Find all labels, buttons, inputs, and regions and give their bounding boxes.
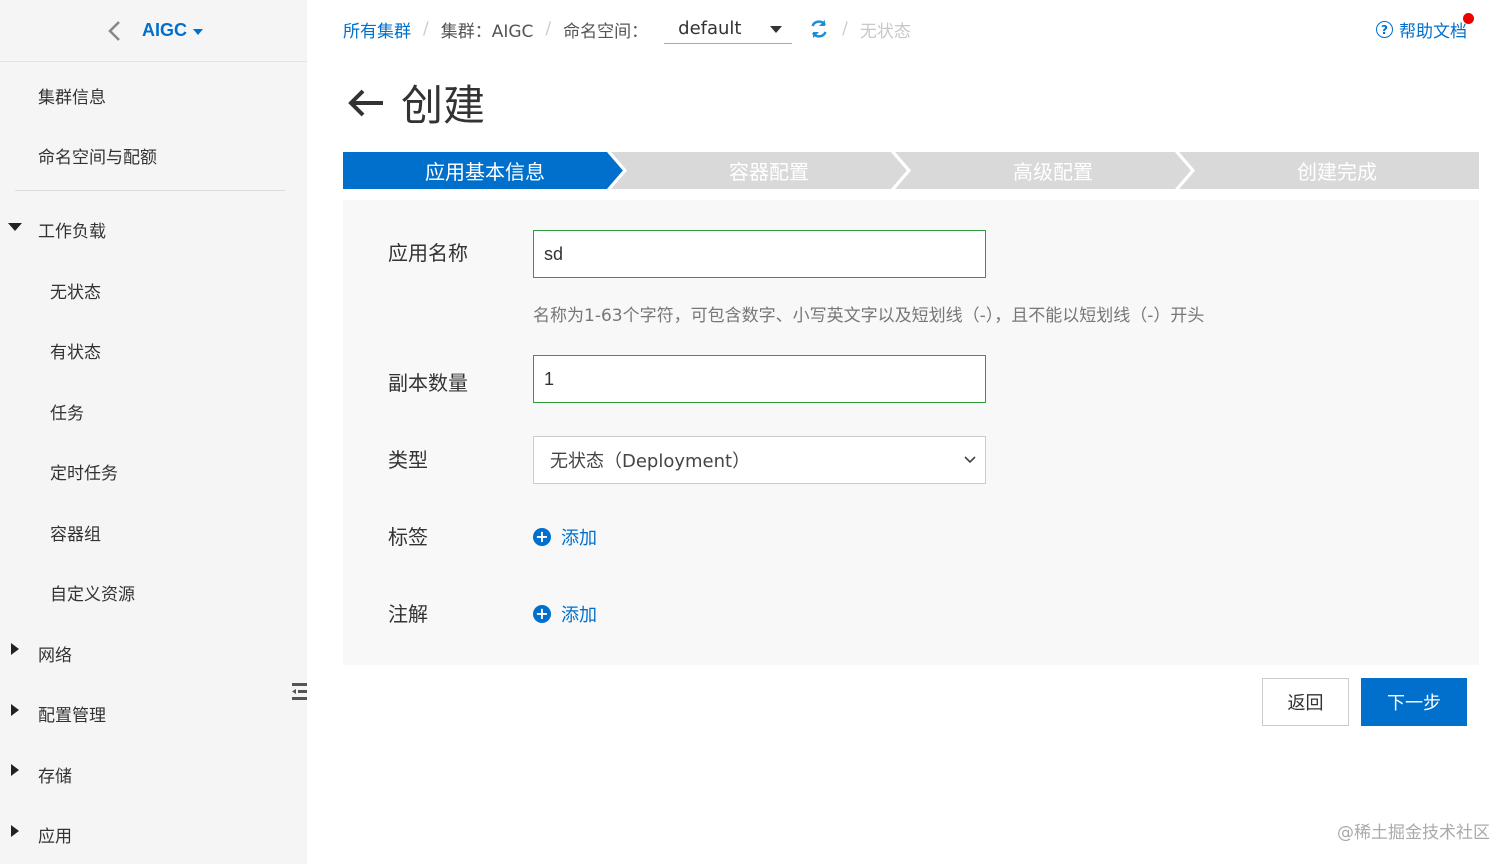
question-circle-icon: ? bbox=[1376, 21, 1393, 38]
type-label: 类型 bbox=[388, 448, 428, 472]
plus-circle-icon: + bbox=[533, 605, 551, 623]
back-chevron-icon[interactable] bbox=[104, 16, 124, 46]
plus-circle-icon: + bbox=[533, 528, 551, 546]
caret-down-icon bbox=[193, 28, 203, 35]
namespace-label: 命名空间： bbox=[563, 21, 649, 42]
expanded-caret-icon bbox=[8, 223, 22, 231]
sidebar-item-deployments[interactable]: 无状态 bbox=[50, 278, 101, 303]
labels-label: 标签 bbox=[388, 525, 428, 549]
breadcrumb-separator: / bbox=[423, 19, 429, 39]
sidebar-item-cluster-info[interactable]: 集群信息 bbox=[38, 83, 106, 108]
sidebar-header: AIGC bbox=[0, 0, 307, 62]
sidebar-item-config[interactable]: 配置管理 bbox=[38, 701, 106, 726]
namespace-value: default bbox=[678, 18, 742, 39]
sidebar-item-pods[interactable]: 容器组 bbox=[50, 520, 101, 545]
form-panel: 应用名称 sd 名称为1-63个字符，可包含数字、小写英文字以及短划线（-），且… bbox=[343, 200, 1479, 665]
breadcrumb-all-clusters[interactable]: 所有集群 bbox=[343, 17, 411, 42]
sidebar-item-network[interactable]: 网络 bbox=[38, 641, 72, 666]
chevron-down-icon bbox=[964, 456, 976, 464]
watermark: @稀土掘金技术社区 bbox=[1337, 823, 1490, 843]
annotations-label: 注解 bbox=[388, 602, 428, 626]
wizard-steps: 应用基本信息 容器配置 高级配置 创建完成 bbox=[343, 152, 1479, 189]
back-arrow-icon[interactable] bbox=[345, 82, 387, 124]
collapsed-caret-icon bbox=[11, 643, 19, 655]
refresh-icon[interactable] bbox=[808, 18, 830, 40]
breadcrumb-cluster: 集群：AIGC bbox=[440, 21, 534, 42]
sidebar-item-statefulsets[interactable]: 有状态 bbox=[50, 338, 101, 363]
type-select[interactable]: 无状态（Deployment） bbox=[533, 436, 986, 484]
sidebar-item-jobs[interactable]: 任务 bbox=[50, 399, 84, 424]
help-docs-link[interactable]: ? 帮助文档 bbox=[1376, 17, 1467, 42]
step-complete: 创建完成 bbox=[1297, 160, 1377, 184]
step-advanced-config: 高级配置 bbox=[1013, 160, 1093, 184]
cluster-switcher[interactable]: AIGC bbox=[142, 20, 203, 41]
add-label-button[interactable]: + 添加 bbox=[533, 524, 597, 550]
step-container-config: 容器配置 bbox=[729, 160, 809, 184]
sidebar: AIGC 集群信息 命名空间与配额 工作负载 无状态 有状态 任务 定时任务 容… bbox=[0, 0, 307, 864]
sidebar-item-custom-resources[interactable]: 自定义资源 bbox=[50, 580, 135, 605]
collapse-sidebar-icon[interactable] bbox=[290, 681, 308, 705]
breadcrumb-separator: / bbox=[842, 19, 848, 39]
collapsed-caret-icon bbox=[11, 704, 19, 716]
cluster-name: AIGC bbox=[142, 20, 187, 40]
sidebar-item-applications[interactable]: 应用 bbox=[38, 822, 72, 847]
add-annotation-text: 添加 bbox=[561, 605, 597, 626]
namespace-select[interactable]: default bbox=[664, 14, 793, 44]
caret-down-icon bbox=[770, 26, 783, 33]
app-name-label: 应用名称 bbox=[388, 241, 468, 265]
page-header: 创建 bbox=[345, 72, 485, 133]
app-name-input[interactable]: sd bbox=[533, 230, 986, 278]
sidebar-item-cronjobs[interactable]: 定时任务 bbox=[50, 459, 118, 484]
help-docs-label: 帮助文档 bbox=[1399, 22, 1467, 42]
collapsed-caret-icon bbox=[11, 825, 19, 837]
sidebar-item-namespace-quota[interactable]: 命名空间与配额 bbox=[38, 143, 157, 168]
add-annotation-button[interactable]: + 添加 bbox=[533, 601, 597, 627]
replicas-label: 副本数量 bbox=[388, 371, 468, 395]
add-label-text: 添加 bbox=[561, 528, 597, 549]
back-button[interactable]: 返回 bbox=[1262, 678, 1349, 726]
next-step-button[interactable]: 下一步 bbox=[1361, 678, 1467, 726]
app-name-hint: 名称为1-63个字符，可包含数字、小写英文字以及短划线（-），且不能以短划线（-… bbox=[533, 306, 1205, 326]
replicas-input[interactable]: 1 bbox=[533, 355, 986, 403]
breadcrumb-separator: / bbox=[545, 19, 552, 39]
notification-dot bbox=[1463, 13, 1474, 24]
breadcrumb-current: 无状态 bbox=[859, 21, 911, 42]
page-title: 创建 bbox=[401, 81, 486, 130]
collapsed-caret-icon bbox=[11, 764, 19, 776]
sidebar-divider bbox=[15, 190, 285, 191]
breadcrumb: 所有集群 / 集群：AIGC / 命名空间： default / 无状态 bbox=[343, 14, 911, 44]
sidebar-item-workloads[interactable]: 工作负载 bbox=[38, 217, 106, 242]
sidebar-item-storage[interactable]: 存储 bbox=[38, 762, 72, 787]
step-basic-info: 应用基本信息 bbox=[425, 160, 545, 184]
type-value: 无状态（Deployment） bbox=[550, 451, 751, 472]
